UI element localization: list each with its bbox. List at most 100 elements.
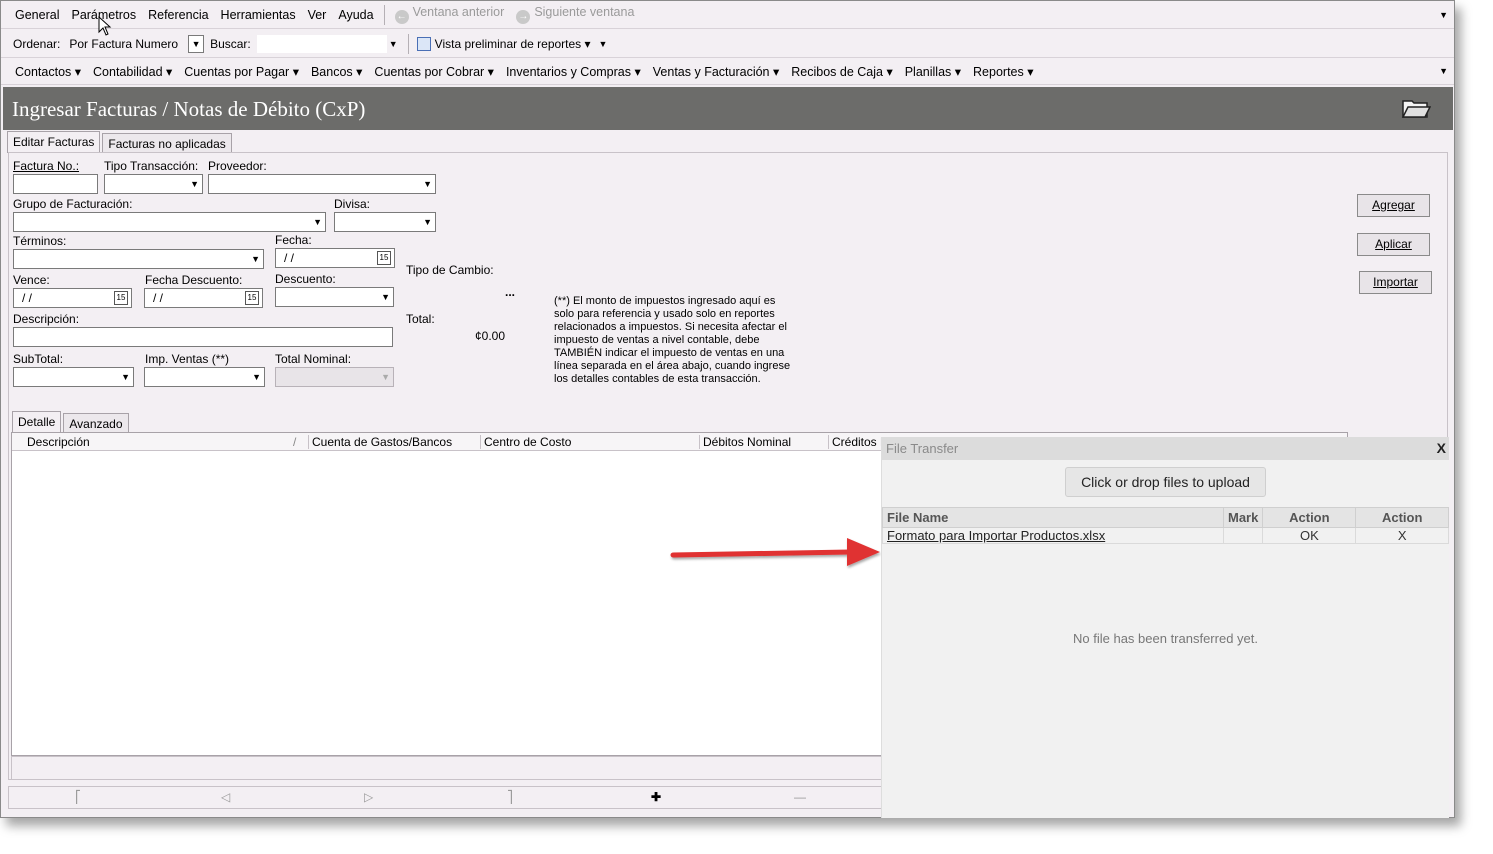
column-divider [480, 435, 481, 449]
proveedor-select[interactable]: ▼ [208, 174, 436, 194]
report-preview-label: Vista preliminar de reportes [434, 36, 582, 51]
calendar-icon[interactable]: 15 [377, 251, 391, 265]
module-planillas[interactable]: Planillas ▾ [899, 64, 967, 79]
tab-editar-facturas[interactable]: Editar Facturas [7, 131, 101, 153]
chevron-down-icon: ▼ [381, 372, 390, 382]
back-arrow-icon: ← [394, 10, 409, 24]
column-divider [828, 435, 829, 449]
module-recibos[interactable]: Recibos de Caja ▾ [785, 64, 898, 79]
search-dropdown-icon[interactable]: ▼ [389, 39, 398, 49]
menu-general[interactable]: General [9, 8, 65, 22]
col-centro-costo[interactable]: Centro de Costo [484, 435, 571, 449]
main-tabs: Editar Facturas Facturas no aplicadas [7, 131, 234, 153]
col-action: Action [1262, 507, 1357, 528]
module-label: Reportes [973, 64, 1024, 79]
importar-button[interactable]: Importar [1359, 271, 1432, 294]
last-record-icon[interactable]: ⎤ [507, 790, 513, 804]
col-debitos[interactable]: Débitos Nominal [703, 435, 791, 449]
grupo-facturacion-select[interactable]: ▼ [13, 212, 326, 232]
module-contabilidad[interactable]: Contabilidad ▾ [87, 64, 178, 79]
divisa-select[interactable]: ▼ [334, 212, 436, 232]
file-transfer-table: File Name Mark Action Action Formato par… [882, 507, 1449, 544]
file-link[interactable]: Formato para Importar Productos.xlsx [882, 527, 1224, 544]
detail-tabs: Detalle Avanzado [12, 411, 131, 433]
fecha-descuento-date-picker[interactable]: / / 15 [144, 288, 263, 308]
tab-detalle[interactable]: Detalle [12, 411, 62, 433]
proveedor-label: Proveedor: [208, 159, 267, 173]
mark-cell[interactable] [1222, 527, 1264, 544]
module-label: Inventarios y Compras [505, 64, 632, 79]
red-arrow-annotation [670, 538, 880, 566]
vence-label: Vence: [13, 273, 50, 287]
descripcion-input[interactable] [13, 327, 393, 347]
module-label: Contactos [15, 64, 72, 79]
module-contactos[interactable]: Contactos ▾ [9, 64, 87, 79]
descuento-select[interactable]: ▼ [275, 287, 394, 307]
imp-ventas-label: Imp. Ventas (**) [145, 352, 230, 366]
module-label: Cuentas por Pagar [184, 64, 290, 79]
add-record-icon[interactable]: ✚ [651, 790, 661, 804]
report-preview-button[interactable]: Vista preliminar de reportes ▾ [435, 37, 591, 51]
aplicar-button[interactable]: Aplicar [1357, 233, 1430, 256]
menu-ayuda[interactable]: Ayuda [332, 8, 379, 22]
tab-facturas-no-aplicadas[interactable]: Facturas no aplicadas [102, 133, 232, 153]
chevron-down-icon[interactable]: ▼ [1439, 66, 1448, 76]
chevron-down-icon: ▼ [423, 217, 432, 227]
fecha-value: / / [284, 251, 295, 265]
prev-record-icon[interactable]: ◁ [221, 790, 230, 804]
module-label: Bancos [310, 64, 353, 79]
module-cuentas-por-pagar[interactable]: Cuentas por Pagar ▾ [178, 64, 305, 79]
toolbar-separator [407, 33, 409, 54]
descuento-label: Descuento: [275, 272, 336, 286]
delete-record-icon[interactable]: — [794, 790, 806, 804]
next-window-label: Siguiente ventana [534, 5, 635, 19]
sort-dropdown-button[interactable]: ▼ [188, 34, 205, 53]
tipo-cambio-ellipsis[interactable]: ... [505, 285, 515, 299]
fecha-descuento-label: Fecha Descuento: [145, 273, 243, 287]
vence-value: / / [22, 291, 33, 305]
vence-date-picker[interactable]: / / 15 [13, 288, 132, 308]
tipo-transaccion-select[interactable]: ▼ [104, 174, 203, 194]
module-ventas[interactable]: Ventas y Facturación ▾ [647, 64, 785, 79]
search-input[interactable] [256, 34, 387, 53]
menu-referencia[interactable]: Referencia [142, 8, 214, 22]
module-label: Cuentas por Cobrar [374, 64, 485, 79]
open-folder-icon[interactable] [1401, 97, 1431, 119]
module-inventarios[interactable]: Inventarios y Compras ▾ [500, 64, 647, 79]
tab-avanzado[interactable]: Avanzado [63, 413, 129, 433]
upload-button[interactable]: Click or drop files to upload [1065, 467, 1266, 497]
fecha-descuento-value: / / [153, 291, 164, 305]
agregar-button[interactable]: Agregar [1357, 194, 1430, 217]
imp-ventas-select[interactable]: ▼ [144, 367, 265, 387]
first-record-icon[interactable]: ⎡ [75, 790, 81, 804]
module-label: Ventas y Facturación [652, 64, 770, 79]
sort-icon: / [293, 435, 297, 449]
menu-bar: General Parámetros Referencia Herramient… [1, 1, 1454, 29]
calendar-icon[interactable]: 15 [114, 291, 128, 305]
factura-no-input[interactable] [13, 174, 98, 194]
toolbar-overflow-icon[interactable]: ▼ [599, 39, 608, 49]
menu-herramientas[interactable]: Herramientas [215, 8, 302, 22]
calendar-icon[interactable]: 15 [245, 291, 259, 305]
next-record-icon[interactable]: ▷ [364, 790, 373, 804]
module-cuentas-por-cobrar[interactable]: Cuentas por Cobrar ▾ [368, 64, 500, 79]
page-header: Ingresar Facturas / Notas de Débito (CxP… [3, 87, 1453, 130]
subtotal-select[interactable]: ▼ [13, 367, 134, 387]
terminos-label: Términos: [13, 234, 67, 248]
module-bancos[interactable]: Bancos ▾ [305, 64, 368, 79]
close-icon[interactable]: X [1437, 440, 1446, 456]
chevron-down-icon[interactable]: ▼ [1439, 10, 1448, 20]
module-label: Contabilidad [93, 64, 163, 79]
menu-separator [383, 4, 385, 25]
terminos-select[interactable]: ▼ [13, 249, 264, 269]
forward-arrow-icon: → [516, 10, 531, 24]
prev-window-button[interactable]: ← Ventana anterior [389, 5, 511, 24]
menu-ver[interactable]: Ver [302, 8, 333, 22]
module-reportes[interactable]: Reportes ▾ [967, 64, 1039, 79]
next-window-button[interactable]: → Siguiente ventana [510, 5, 640, 24]
remove-action[interactable]: X [1355, 527, 1449, 544]
col-descripcion[interactable]: Descripción [27, 435, 90, 449]
ok-action[interactable]: OK [1262, 527, 1357, 544]
fecha-date-picker[interactable]: / / 15 [275, 248, 395, 268]
col-cuenta[interactable]: Cuenta de Gastos/Bancos [312, 435, 452, 449]
